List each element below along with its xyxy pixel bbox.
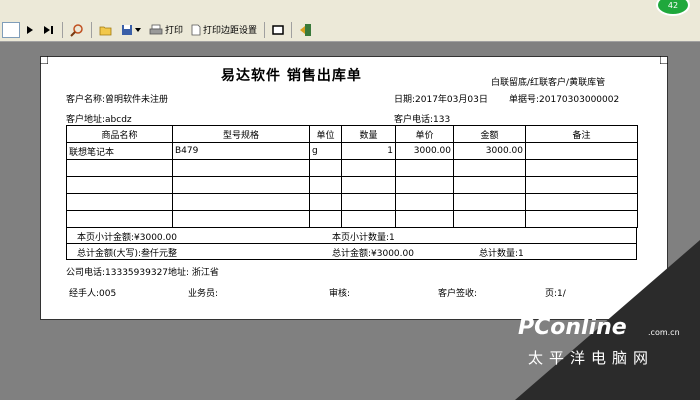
column-header: 金额 <box>453 125 526 143</box>
customer-phone: 客户电话:133 <box>394 115 451 125</box>
handler-field: 经手人:005 <box>69 289 117 299</box>
page-number-field[interactable] <box>2 21 20 38</box>
column-header: 型号规格 <box>172 125 310 143</box>
cell-unit-price: 3000.00 <box>395 142 454 160</box>
document-title: 易达软件 销售出库单 <box>221 68 362 84</box>
cell-product-name: 联想笔记本 <box>66 142 173 160</box>
document-number: 单据号:20170303000002 <box>509 95 620 105</box>
printer-icon <box>149 24 163 34</box>
open-button[interactable] <box>96 21 116 39</box>
zoom-button[interactable] <box>67 21 87 39</box>
customer-signature-field: 客户签收: <box>438 289 478 299</box>
toolbar-separator <box>62 21 63 38</box>
document-date: 日期:2017年03月03日 <box>394 95 488 105</box>
floppy-disk-icon <box>122 24 132 35</box>
cell-remark <box>525 142 638 160</box>
salesman-field: 业务员: <box>188 289 219 299</box>
column-header: 单位 <box>309 125 342 143</box>
watermark-domain: .com.cn <box>648 328 680 337</box>
items-table: 商品名称 型号规格 单位 数量 单价 金额 备注 联想笔记本 B479 g 1 … <box>66 125 638 228</box>
page-icon <box>191 24 201 35</box>
print-preview-toolbar: 打印 打印边距设置 <box>0 18 700 42</box>
customer-address: 客户地址:abcdz <box>66 115 132 125</box>
page-subtotal-quantity: 本页小计数量:1 <box>332 233 395 243</box>
page-subtotal-amount: 本页小计金额:¥3000.00 <box>77 233 177 243</box>
save-button[interactable] <box>118 21 144 39</box>
notification-count: 42 <box>667 0 679 10</box>
last-page-icon <box>44 25 53 34</box>
next-page-button[interactable] <box>22 21 38 39</box>
table-row <box>66 159 638 177</box>
magnifier-icon <box>70 23 83 37</box>
table-row <box>66 193 638 211</box>
chevron-down-icon <box>135 27 141 32</box>
print-margin-label: 打印边距设置 <box>203 26 258 36</box>
cell-amount: 3000.00 <box>453 142 526 160</box>
print-label: 打印 <box>165 26 184 36</box>
auditor-field: 审核: <box>329 289 351 299</box>
cell-quantity: 1 <box>341 142 396 160</box>
cell-unit: g <box>309 142 342 160</box>
next-page-icon <box>27 25 33 34</box>
print-margin-settings-button[interactable]: 打印边距设置 <box>188 21 260 39</box>
print-button[interactable]: 打印 <box>146 21 186 39</box>
toolbar-separator <box>264 21 266 38</box>
table-header-row: 商品名称 型号规格 单位 数量 单价 金额 备注 <box>66 125 638 143</box>
page-corner-mark <box>660 56 668 64</box>
table-row: 联想笔记本 B479 g 1 3000.00 3000.00 <box>66 142 638 160</box>
column-header: 单价 <box>395 125 454 143</box>
total-amount-uppercase: 总计金额(大写):叁仟元整 <box>77 249 178 259</box>
company-contact: 公司电话:13335939327地址: 浙江省 <box>66 268 219 278</box>
notification-badge[interactable]: 42 <box>656 0 690 16</box>
column-header: 备注 <box>525 125 638 143</box>
toolbar-separator <box>291 21 293 38</box>
exit-door-icon <box>300 23 312 36</box>
table-row <box>66 176 638 194</box>
watermark-subtitle: 太平洋电脑网 <box>528 349 655 367</box>
customer-name: 客户名称:曾明软件未注册 <box>66 95 169 105</box>
copy-distribution-note: 白联留底/红联客户/黄联库管 <box>491 78 606 88</box>
column-header: 数量 <box>341 125 396 143</box>
page-frame-button[interactable] <box>269 21 287 39</box>
top-band: 42 <box>0 0 700 18</box>
toolbar-separator <box>91 21 92 38</box>
cell-model: B479 <box>172 142 310 160</box>
exit-button[interactable] <box>296 21 316 39</box>
page-corner-mark <box>40 56 48 64</box>
total-amount: 总计金额:¥3000.00 <box>332 249 414 259</box>
frame-icon <box>272 24 284 35</box>
column-header: 商品名称 <box>66 125 173 143</box>
table-row <box>66 210 638 228</box>
watermark-brand: PConline <box>518 315 627 340</box>
last-page-button[interactable] <box>40 21 58 39</box>
folder-open-icon <box>99 26 112 35</box>
